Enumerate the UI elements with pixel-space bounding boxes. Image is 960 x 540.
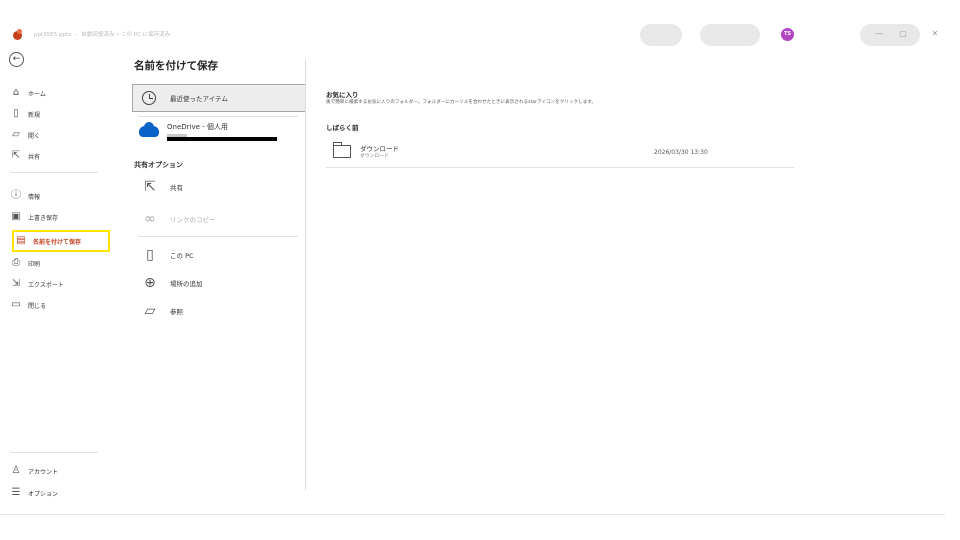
sidebar-item-label: 共有 [28,153,41,161]
bottom-divider [0,514,945,515]
computer-icon: ▯ [146,247,154,263]
sidebar-item-label: アカウント [28,468,59,476]
export-icon: ⇲ [11,278,21,289]
location-label: 共有 [170,184,183,192]
sidebar-item-label: 開く [28,132,41,140]
new-document-icon: ▯ [13,108,19,119]
sidebar-item-label: オプション [28,490,59,498]
open-folder-icon: ▱ [12,129,20,140]
sidebar-item-home[interactable]: ⌂ ホーム [10,84,110,102]
home-icon: ⌂ [12,87,20,98]
clock-icon [142,91,156,105]
sidebar-item-save-as[interactable]: ▤ 名前を付けて保存 [12,230,110,252]
options-icon: ☰ [11,487,21,498]
location-add-place[interactable]: ⊕ 場所の追加 [132,272,306,294]
sidebar-item-export[interactable]: ⇲ エクスポート [10,275,110,293]
minimize-button[interactable]: — [872,27,886,41]
sidebar-item-save[interactable]: ▣ 上書き保存 [10,208,110,226]
location-divider [138,236,298,237]
sidebar-item-label: 情報 [28,193,41,201]
save-icon: ▣ [11,211,21,222]
location-recent[interactable]: 最近使ったアイテム [132,84,306,112]
account-icon: ♙ [11,465,21,476]
powerpoint-logo-icon [13,29,22,40]
location-onedrive[interactable]: OneDrive - 個人用 [167,122,228,132]
redacted-email [167,137,277,141]
backstage-window: ppt35E5.pptx - 自動回復済み • この PC に保存済み TS — ▢… [0,0,960,540]
location-share[interactable]: ⇱ 共有 [132,176,306,198]
location-label: 場所の追加 [170,280,203,288]
save-as-icon: ▤ [16,235,26,246]
close-window-button[interactable]: ✕ [928,27,942,41]
location-label: リンクのコピー [170,216,216,224]
sidebar-item-label: ホーム [28,90,46,98]
sidebar-item-label: 閉じる [28,302,47,310]
sidebar-item-options[interactable]: ☰ オプション [10,484,110,502]
folder-date: 2026/03/30 13:30 [654,149,708,156]
sidebar-divider [10,172,98,173]
backstage-sidebar: ← ⌂ ホーム ▯ 新規 ▱ 開く ⇱ 共有 ⓘ 情報 ▣ 上書き保存 ▤ 名前… [0,44,110,514]
folder-icon [333,142,351,158]
location-copy-link[interactable]: ∞ リンクのコピー [132,208,306,230]
title-bar: ppt35E5.pptx - 自動回復済み • この PC に保存済み TS — ▢… [0,0,960,46]
sidebar-item-label: エクスポート [28,281,64,289]
globe-plus-icon: ⊕ [144,275,156,291]
shared-options-heading: 共有オプション [134,161,183,169]
sidebar-item-label: 新規 [28,111,41,119]
location-label: 参照 [170,308,183,316]
favorites-description: 後で簡単に検索するお気に入りのフォルダー。フォルダーにカーソルを合わせたときに表… [326,100,597,105]
sidebar-item-label: 印刷 [28,260,41,268]
titlebar-decoration [640,24,682,46]
sidebar-item-print[interactable]: ⎙ 印刷 [10,254,110,272]
title-separator: - [75,32,78,38]
sidebar-item-share[interactable]: ⇱ 共有 [10,147,110,165]
info-icon: ⓘ [11,190,21,201]
sidebar-item-new[interactable]: ▯ 新規 [10,105,110,123]
column-separator [305,60,306,490]
sidebar-item-close[interactable]: ▭ 閉じる [10,296,110,314]
sidebar-item-label: 名前を付けて保存 [33,238,82,246]
account-avatar[interactable]: TS [781,28,794,41]
restore-button[interactable]: ▢ [896,27,910,41]
document-name: ppt35E5.pptx [34,32,72,38]
location-label: この PC [170,252,194,260]
print-icon: ⎙ [12,257,20,268]
location-browse[interactable]: ▱ 参照 [132,300,306,322]
list-item[interactable]: ダウンロード ダウンロード 2026/03/30 13:30 [326,138,794,168]
titlebar-decoration [860,24,920,46]
back-arrow-icon[interactable]: ← [9,52,24,67]
location-this-pc[interactable]: ▯ この PC [132,244,306,266]
link-icon: ∞ [144,211,156,227]
titlebar-decoration [700,24,760,46]
recent-heading: しばらく前 [326,124,359,132]
sidebar-item-open[interactable]: ▱ 開く [10,126,110,144]
save-status: 自動回復済み • この PC に保存済み [81,32,171,38]
folder-path: ダウンロード [360,154,389,159]
sidebar-item-label: 上書き保存 [28,214,59,222]
favorites-heading: お気に入り [326,91,359,99]
sidebar-item-account[interactable]: ♙ アカウント [10,462,110,480]
location-label: 最近使ったアイテム [170,95,228,103]
share-icon: ⇱ [144,179,156,195]
share-icon: ⇱ [11,150,21,161]
sidebar-divider [10,452,98,453]
document-title[interactable]: ppt35E5.pptx - 自動回復済み • この PC に保存済み [34,30,170,38]
location-divider [138,116,298,117]
page-title: 名前を付けて保存 [134,60,218,72]
close-folder-icon: ▭ [11,299,21,310]
onedrive-cloud-icon [139,122,159,137]
sidebar-item-info[interactable]: ⓘ 情報 [10,187,110,205]
open-folder-icon: ▱ [144,303,156,319]
